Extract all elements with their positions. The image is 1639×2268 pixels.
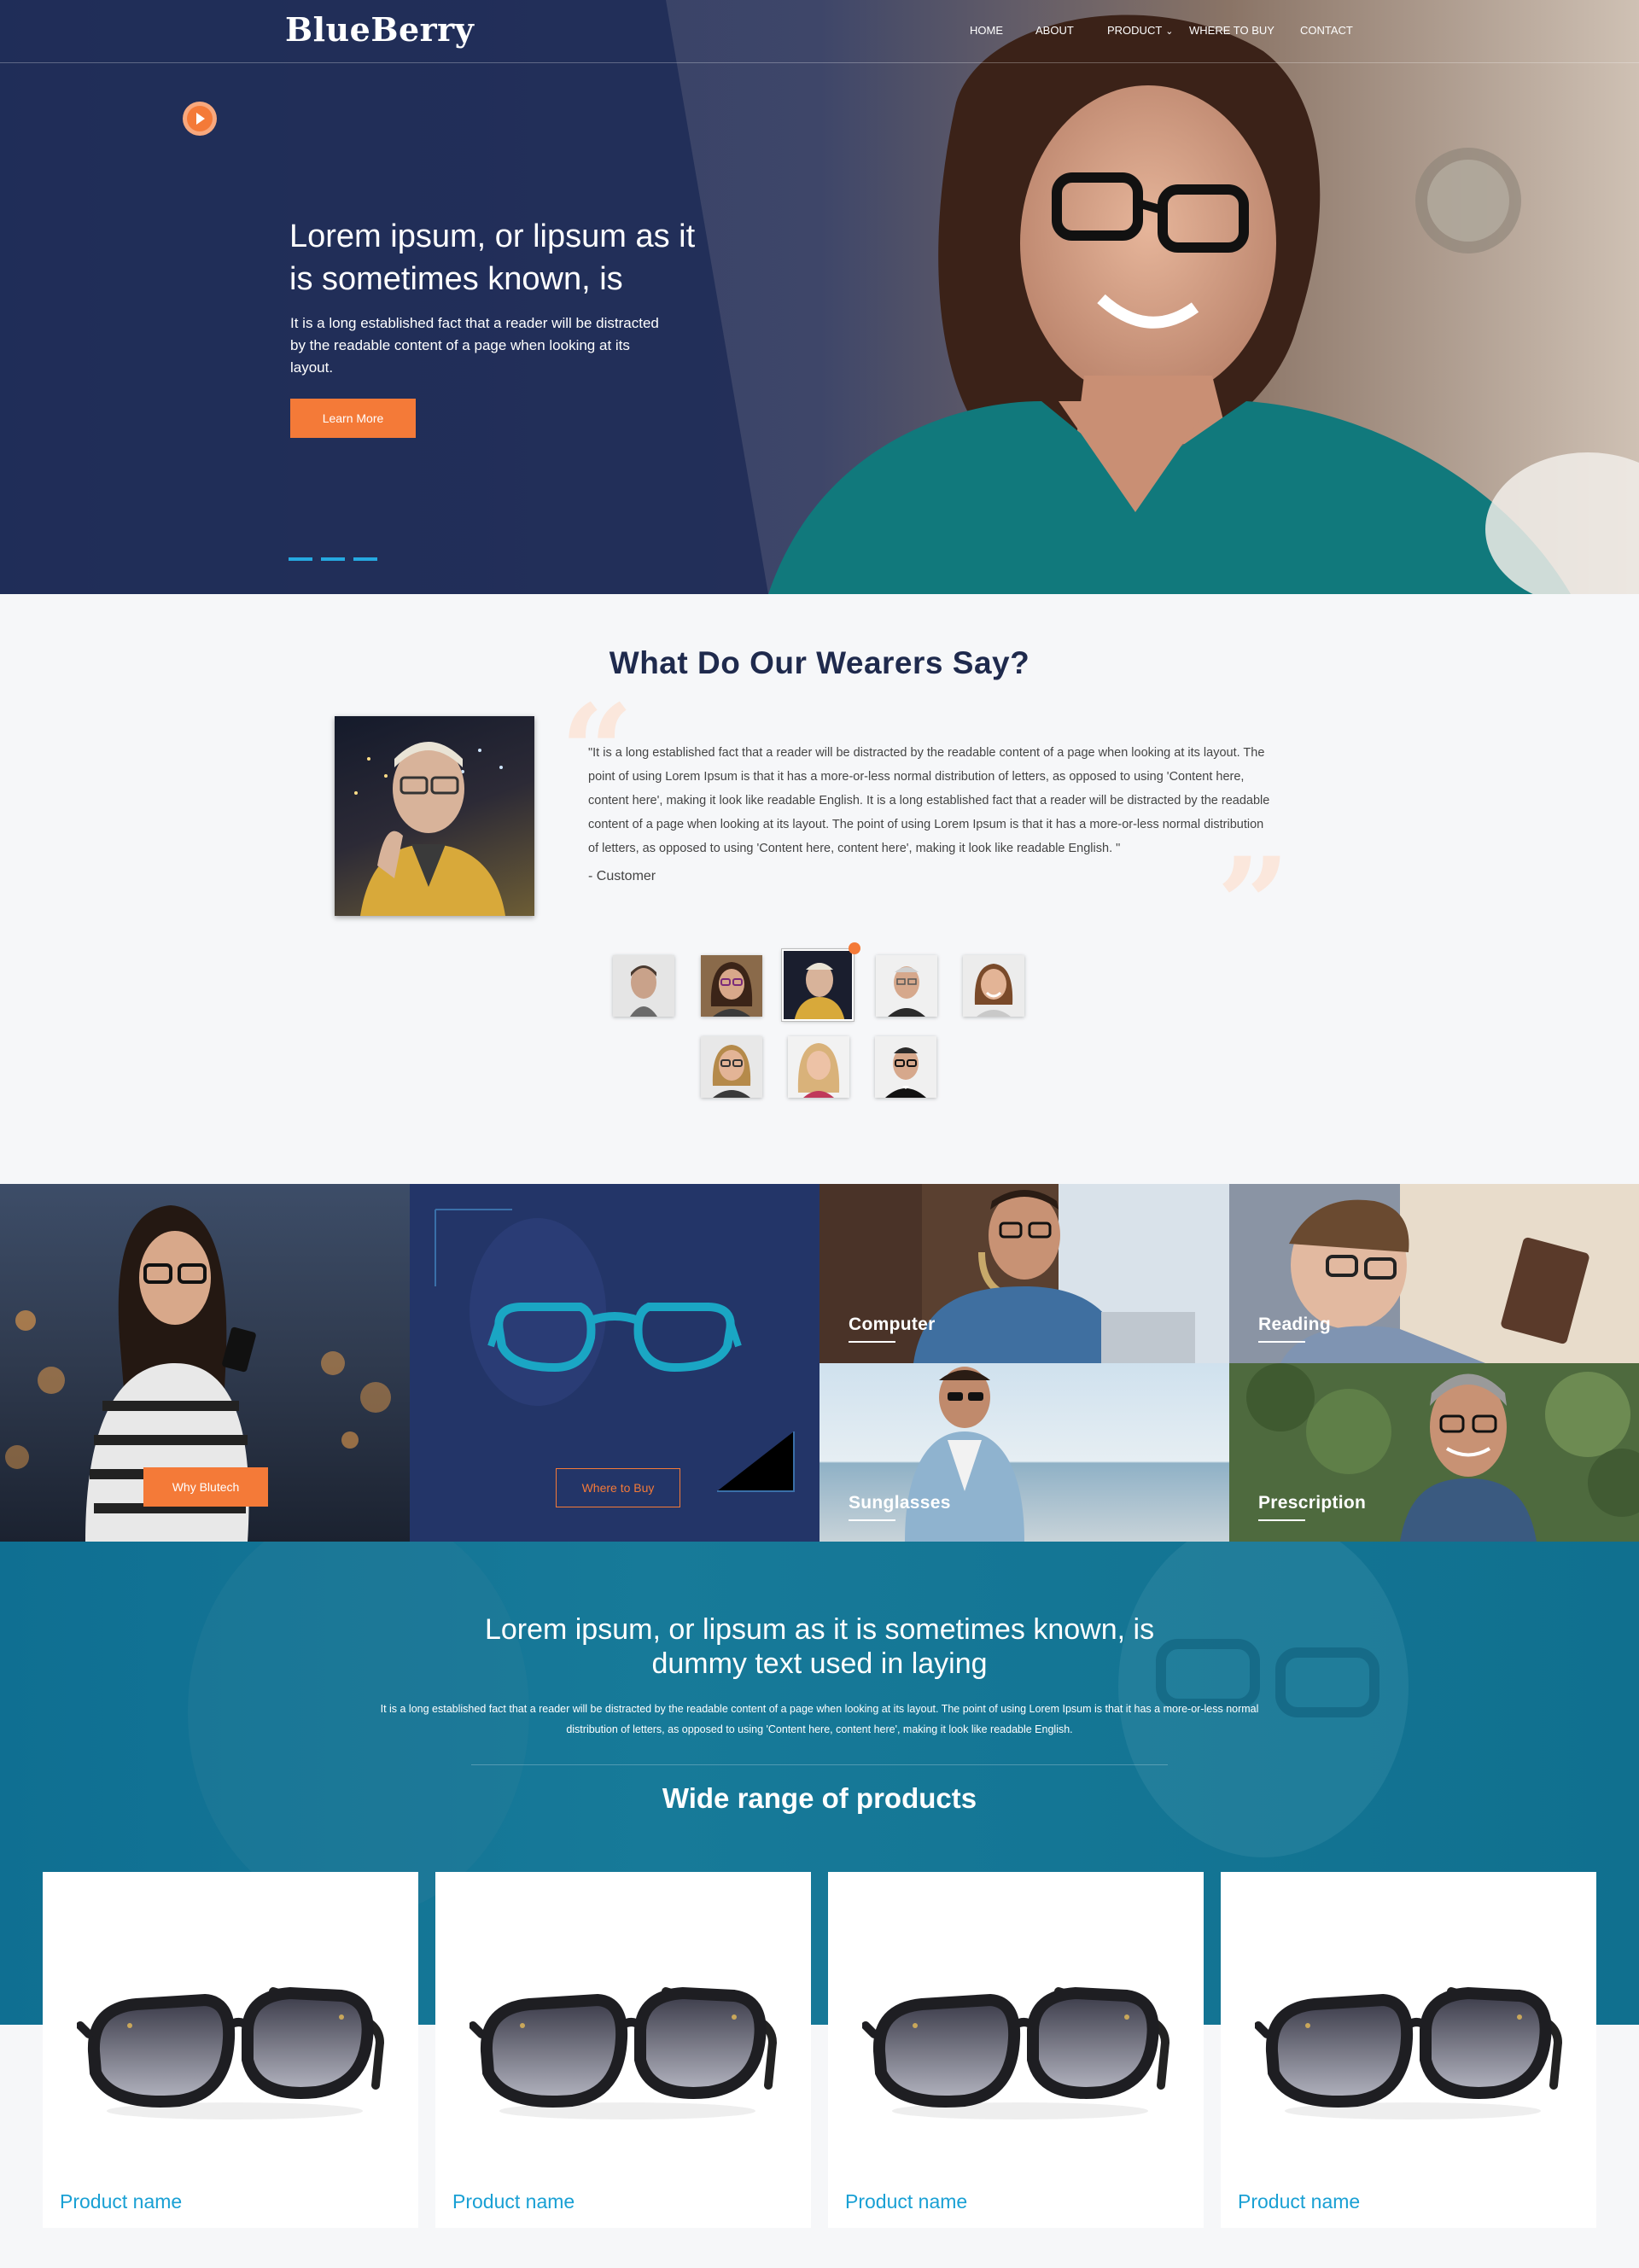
tile-computer-underline [849,1341,895,1343]
product-card[interactable]: Product name [828,1872,1204,2228]
tile-computer-photo [820,1184,1229,1363]
testimonial-video[interactable] [335,716,534,916]
slider-dot[interactable] [353,557,377,561]
tile-prescription-underline [1258,1519,1305,1521]
chevron-down-icon: ⌄ [1165,26,1174,37]
tile-reading-underline [1258,1341,1305,1343]
avatar-6[interactable] [701,1036,762,1098]
tile-prescription-photo [1229,1363,1639,1542]
avatar-5[interactable] [963,955,1024,1017]
avatar-8[interactable] [875,1036,936,1098]
nav-home[interactable]: HOME [970,24,1003,37]
brand-logo[interactable]: BlueBerry [285,10,474,49]
testimonials-title: What Do Our Wearers Say? [609,645,1030,680]
tile-reading-label: Reading [1258,1315,1331,1334]
learn-more-button[interactable]: Learn More [290,399,416,438]
nav-product[interactable]: PRODUCT ⌄ [1107,24,1174,37]
product-card[interactable]: Product name [1221,1872,1596,2228]
tile-sunglasses-label: Sunglasses [849,1493,951,1513]
product-card[interactable]: Product name [435,1872,811,2228]
hero-section: BlueBerry HOME ABOUT PRODUCT ⌄ WHERE TO B… [0,0,1639,594]
sunglasses-image [1255,1986,1563,2119]
slider-dots [289,557,377,561]
product-name[interactable]: Product name [452,2190,575,2213]
tile-computer-label: Computer [849,1315,936,1334]
avatar-7[interactable] [788,1036,849,1098]
tile-computer[interactable]: Computer [820,1184,1229,1363]
nav-where-to-buy[interactable]: WHERE TO BUY [1189,24,1274,37]
avatar-3[interactable] [781,948,854,1022]
nav-product-label: PRODUCT [1107,24,1163,37]
play-button[interactable] [183,102,217,136]
tile-reading-photo [1229,1184,1639,1363]
avatar-1[interactable] [613,955,674,1017]
tile-sunglasses-photo [820,1363,1229,1542]
product-name[interactable]: Product name [60,2190,182,2213]
product-card[interactable]: Product name [43,1872,418,2228]
tile-sunglasses[interactable]: Sunglasses [820,1363,1229,1542]
testimonial-author: - Customer [588,869,656,883]
nav-contact[interactable]: CONTACT [1300,24,1353,37]
avatar-2[interactable] [701,955,762,1017]
hero-title: Lorem ipsum, or lipsum as it is sometime… [289,219,696,297]
sunglasses-image [77,1986,385,2119]
sunglasses-image [470,1986,778,2119]
testimonial-quote: "It is a long established fact that a re… [588,746,1270,855]
products-title: Wide range of products [662,1782,977,1814]
promo-title-line2: dummy text used in laying [651,1647,988,1680]
tile-reading[interactable]: Reading [1229,1184,1639,1363]
promo-title-line1: Lorem ipsum, or lipsum as it is sometime… [484,1613,1155,1646]
avatar-4[interactable] [876,955,937,1017]
active-avatar-badge [849,942,860,954]
tile-prescription[interactable]: Prescription [1229,1363,1639,1542]
promo-text: It is a long established fact that a rea… [380,1703,1259,1735]
tile-prescription-label: Prescription [1258,1493,1367,1513]
sunglasses-image [862,1986,1170,2119]
where-to-buy-button[interactable]: Where to Buy [556,1468,680,1507]
hero-subtitle: It is a long established fact that a rea… [290,315,659,376]
promo-divider [471,1764,1168,1765]
product-name[interactable]: Product name [1238,2190,1360,2213]
hero-overlay [0,0,768,594]
promo-title: Lorem ipsum, or lipsum as it is sometime… [0,1612,1639,1681]
video-thumbnail [354,742,505,916]
product-name[interactable]: Product name [845,2190,967,2213]
nav-about[interactable]: ABOUT [1035,24,1074,37]
play-icon [196,113,205,125]
top-navbar: BlueBerry HOME ABOUT PRODUCT ⌄ WHERE TO B… [0,0,1639,63]
why-blutech-button[interactable]: Why Blutech [143,1467,268,1507]
slider-dot[interactable] [289,557,312,561]
slider-dot[interactable] [321,557,345,561]
tile-sunglasses-underline [849,1519,895,1521]
